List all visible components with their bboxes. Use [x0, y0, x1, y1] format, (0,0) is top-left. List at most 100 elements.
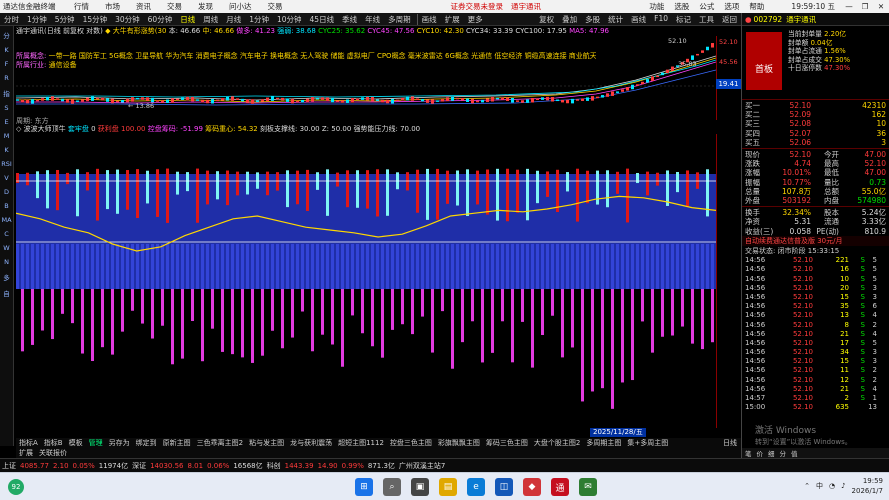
tab-template[interactable]: 模板	[66, 438, 86, 448]
tab-indicator-a[interactable]: 指标A	[16, 438, 41, 448]
toolbar-mark[interactable]: 标记	[672, 14, 695, 25]
toolbar-stats[interactable]: 统计	[604, 14, 627, 25]
main-price-chart[interactable]: ← 13.86 35.83 52.10	[16, 36, 716, 120]
first-board-badge[interactable]: 首板	[746, 32, 782, 90]
idx-sz-label[interactable]: 深证	[130, 461, 148, 471]
weather-badge[interactable]: 92	[8, 479, 24, 495]
period-5min[interactable]: 5分钟	[51, 14, 79, 25]
toolbar-back[interactable]: 返回	[718, 14, 741, 25]
period-year[interactable]: 年线	[361, 14, 384, 25]
toolbar-overlay[interactable]: 叠加	[558, 14, 581, 25]
menu-function[interactable]: 功能	[644, 1, 669, 12]
period-quarter[interactable]: 季线	[338, 14, 361, 25]
menu-help[interactable]: 帮助	[744, 1, 769, 12]
leftbar-item-14[interactable]: MA	[1, 216, 11, 224]
period-10min[interactable]: 10分钟	[273, 14, 306, 25]
wechat-icon[interactable]: ✉	[579, 478, 597, 496]
period-1min-b[interactable]: 1分钟	[245, 14, 273, 25]
windows-start-icon[interactable]: ⊞	[355, 478, 373, 496]
tab-bind[interactable]: 绑定到	[133, 438, 160, 448]
file-explorer-icon[interactable]: ▤	[439, 478, 457, 496]
leftbar-item-16[interactable]: W	[3, 244, 9, 252]
toolbar-more[interactable]: 更多	[464, 14, 487, 25]
chart-indicator-name[interactable]: ◆ 大牛有形涨势(30	[105, 27, 166, 35]
indicator-name[interactable]: ◇ 波波大师顶牛	[16, 125, 66, 133]
leftbar-item-13[interactable]: B	[4, 202, 8, 210]
toolbar-tools[interactable]: 工具	[695, 14, 718, 25]
footer-tab-2[interactable]: 价	[757, 448, 764, 458]
period-timeshare[interactable]: 分时	[0, 14, 23, 25]
leftbar-item-7[interactable]: E	[4, 118, 8, 126]
period-daily[interactable]: 日线	[176, 14, 199, 25]
toolbar-drawline[interactable]: 画线	[627, 14, 650, 25]
toolbar-f10[interactable]: F10	[650, 14, 672, 25]
leftbar-item-17[interactable]: N	[4, 258, 9, 266]
leftbar-item-19[interactable]: 自	[3, 288, 10, 298]
network-icon[interactable]: ◔	[829, 482, 835, 490]
period-weekly[interactable]: 周线	[199, 14, 222, 25]
leftbar-item-3[interactable]: F	[5, 60, 9, 68]
tab-period-right[interactable]: 日线	[723, 438, 741, 448]
menu-trade[interactable]: 交易	[159, 1, 190, 12]
period-15min[interactable]: 15分钟	[79, 14, 112, 25]
leftbar-item-5[interactable]: 指	[3, 88, 10, 98]
period-60min[interactable]: 60分钟	[144, 14, 177, 25]
leftbar-item-12[interactable]: D	[4, 188, 9, 196]
ime-icon[interactable]: 中	[816, 481, 823, 491]
footer-tab-1[interactable]: 笔	[745, 448, 752, 458]
tab-dragon-profit[interactable]: 龙与获利震荡	[287, 438, 335, 448]
leftbar-item-10[interactable]: RSI	[1, 160, 12, 168]
menu-market[interactable]: 市场	[97, 1, 128, 12]
tab-multi-period-2[interactable]: 集+多周主图	[624, 438, 671, 448]
server-name[interactable]: 广州双溪主站7	[397, 461, 447, 471]
close-button[interactable]: ✕	[873, 2, 889, 11]
stock-alert[interactable]: 通宇通讯	[511, 1, 541, 12]
indicator-chart[interactable]	[16, 134, 716, 428]
tab-3color-deviation[interactable]: 三色乖离主图2	[194, 438, 246, 448]
menu-formula[interactable]: 公式	[694, 1, 719, 12]
menu-quotes[interactable]: 行情	[66, 1, 97, 12]
leftbar-item-18[interactable]: 多	[3, 272, 10, 282]
leftbar-item-1[interactable]: 分	[3, 30, 10, 40]
footer-tab-4[interactable]: 分	[780, 448, 787, 458]
leftbar-item-6[interactable]: S	[4, 104, 8, 112]
tab-manage[interactable]: 管理	[86, 438, 106, 448]
toolbar-adjust[interactable]: 复权	[535, 14, 558, 25]
tab-expand[interactable]: 扩展	[16, 448, 36, 458]
menu-ask[interactable]: 问小达	[221, 1, 260, 12]
tab-indicator-b[interactable]: 指标B	[41, 438, 66, 448]
promo-banner[interactable]: 自动续费通达信普及版 30元/月	[742, 235, 889, 246]
tab-multi-period[interactable]: 多周期主图	[583, 438, 624, 448]
period-1min[interactable]: 1分钟	[23, 14, 51, 25]
tab-flag-main[interactable]: 彩旗飘飘主图	[435, 438, 483, 448]
menu-trade-2[interactable]: 交易	[260, 1, 291, 12]
task-view-icon[interactable]: ▣	[411, 478, 429, 496]
login-alert[interactable]: 证券交易未登录	[451, 1, 504, 12]
toolbar-expand[interactable]: 扩展	[441, 14, 464, 25]
idx-kc-label[interactable]: 科创	[265, 461, 283, 471]
bid-row[interactable]: 买五 52.06 3	[742, 138, 889, 147]
tab-ultrashort[interactable]: 超短主图1112	[335, 438, 387, 448]
tab-original-main[interactable]: 原新主图	[160, 438, 194, 448]
tab-linked-quote[interactable]: 关联报价	[36, 448, 70, 458]
leftbar-item-9[interactable]: K	[4, 146, 8, 154]
footer-tab-5[interactable]: 值	[791, 448, 798, 458]
period-45day[interactable]: 45日线	[306, 14, 339, 25]
leftbar-item-11[interactable]: V	[4, 174, 8, 182]
leftbar-item-15[interactable]: C	[4, 230, 9, 238]
minimize-button[interactable]: —	[841, 2, 857, 11]
edge-browser-icon[interactable]: e	[467, 478, 485, 496]
idx-sh-label[interactable]: 上证	[0, 461, 18, 471]
period-monthly[interactable]: 月线	[222, 14, 245, 25]
search-icon[interactable]: ⌕	[383, 478, 401, 496]
leftbar-item-4[interactable]: R	[4, 74, 9, 82]
store-icon[interactable]: ◫	[495, 478, 513, 496]
star-icon[interactable]: ●	[745, 15, 752, 24]
leftbar-item-2[interactable]: K	[4, 46, 8, 54]
footer-tab-3[interactable]: 细	[768, 448, 775, 458]
menu-discover[interactable]: 发现	[190, 1, 221, 12]
menu-options[interactable]: 选项	[719, 1, 744, 12]
maximize-button[interactable]: ❐	[857, 2, 873, 11]
period-30min[interactable]: 30分钟	[111, 14, 144, 25]
toolbar-draw[interactable]: 画线	[416, 13, 441, 25]
